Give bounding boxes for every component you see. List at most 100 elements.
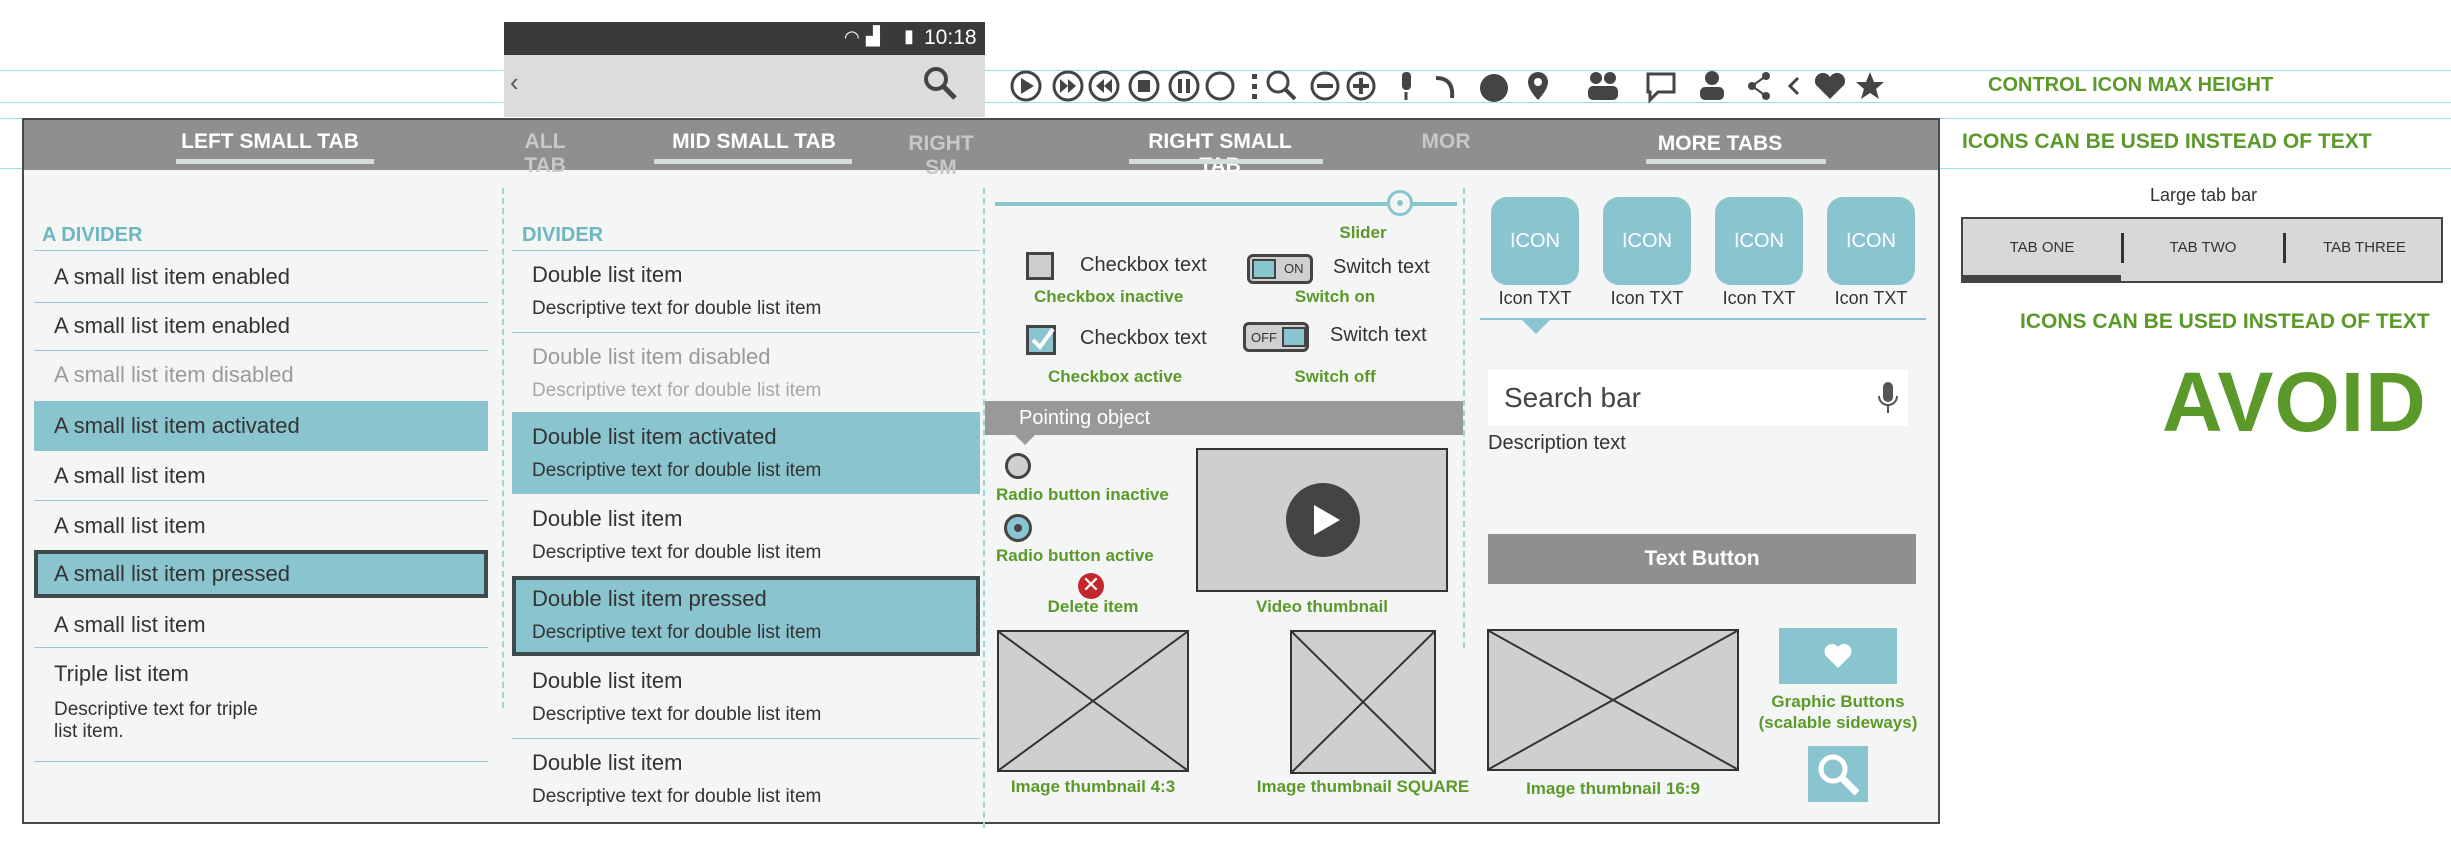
list-item-label: A small list item disabled [54, 362, 294, 387]
large-tab-one[interactable]: TAB ONE [1963, 239, 2121, 256]
radio-active[interactable] [1004, 514, 1032, 542]
large-tab-bar: TAB ONE TAB TWO TAB THREE [1961, 217, 2443, 283]
large-tab-two[interactable]: TAB TWO [2124, 239, 2282, 256]
delete-icon[interactable]: ✕ [1078, 573, 1104, 599]
double-list-item[interactable]: Double list item Descriptive text for do… [512, 252, 980, 332]
tab-left-small[interactable]: LEFT SMALL TAB [175, 130, 365, 154]
radio-inactive[interactable] [1005, 453, 1031, 479]
people-icon[interactable] [1588, 72, 1618, 100]
icon-tile[interactable]: ICON [1603, 197, 1691, 285]
slider[interactable] [995, 190, 1457, 216]
pause-icon[interactable] [1168, 70, 1200, 102]
note-icons-text: ICONS CAN BE USED INSTEAD OF TEXT [1962, 130, 2372, 153]
overflow-menu-icon[interactable] [1252, 74, 1257, 99]
image-thumbnail-square[interactable] [1290, 630, 1436, 774]
rewind-icon[interactable] [1088, 70, 1120, 102]
divider-line [512, 332, 980, 333]
slider-thumb[interactable] [1387, 190, 1414, 216]
double-list-item[interactable]: Double list item Descriptive text for do… [512, 496, 980, 576]
plus-icon[interactable] [1346, 71, 1376, 101]
graphic-button-heart[interactable] [1779, 628, 1897, 684]
heart-icon[interactable] [1814, 72, 1846, 99]
tab-right-small[interactable]: RIGHT SMALL TAB [1127, 130, 1313, 178]
list-item[interactable]: A small list item [34, 502, 488, 550]
checkbox-inactive-label: Checkbox inactive [1034, 287, 1184, 306]
icon-tile-label: Icon TXT [1498, 288, 1572, 308]
person-icon[interactable] [1700, 71, 1724, 100]
search-icon[interactable] [922, 65, 958, 101]
list-item-label: A small list item [54, 463, 206, 488]
tab-mid-small[interactable]: MID SMALL TAB [669, 130, 839, 154]
icon-tile[interactable]: ICON [1491, 197, 1579, 285]
switch-on[interactable]: ON [1247, 254, 1313, 284]
image-thumbnail-4-3[interactable] [997, 630, 1189, 772]
image-thumbnail-16-9[interactable] [1487, 629, 1739, 771]
double-list-item[interactable]: Double list item Descriptive text for do… [512, 658, 980, 738]
text-button[interactable]: Text Button [1488, 534, 1916, 584]
switch-off[interactable]: OFF [1243, 322, 1309, 352]
wifi-icon: ◠ [844, 27, 860, 47]
minus-icon[interactable] [1310, 71, 1340, 101]
double-item-title: Double list item activated [532, 424, 777, 449]
list-item[interactable]: A small list item enabled [34, 252, 488, 302]
double-list-item-activated[interactable]: Double list item activated Descriptive t… [512, 412, 980, 494]
back-chevron-icon[interactable]: ‹ [510, 67, 519, 98]
tab-more-short[interactable]: MOR [1416, 130, 1476, 154]
checkbox-text: Checkbox text [1080, 327, 1207, 349]
checkbox-text: Checkbox text [1080, 254, 1207, 276]
double-item-desc: Descriptive text for double list item [532, 622, 822, 643]
note-control-icon: CONTROL ICON MAX HEIGHT [1988, 74, 2274, 96]
list-item-pressed[interactable]: A small list item pressed [34, 550, 488, 598]
tab-more-tabs[interactable]: MORE TABS [1640, 132, 1800, 156]
graphic-button-search[interactable] [1808, 746, 1868, 802]
list-item-label: A small list item enabled [54, 264, 290, 289]
list-item[interactable]: A small list item [34, 601, 488, 649]
chat-bubble-icon[interactable] [1646, 72, 1676, 104]
text-button-label: Text Button [1644, 547, 1760, 570]
list-item-activated[interactable]: A small list item activated [34, 401, 488, 451]
star-icon[interactable] [1856, 72, 1884, 99]
double-list-item[interactable]: Double list item Descriptive text for do… [512, 740, 980, 820]
checkbox-inactive[interactable] [1026, 252, 1054, 280]
triple-list-item[interactable]: Triple list item Descriptive text for tr… [34, 649, 488, 759]
list-item-label: A small list item activated [54, 413, 300, 438]
triple-item-title: Triple list item [54, 661, 189, 686]
back-chevron-icon[interactable] [1787, 76, 1800, 96]
list-item[interactable]: A small list item enabled [34, 302, 488, 350]
double-list-item-disabled: Double list item disabled Descriptive te… [512, 334, 980, 412]
tab-right-sm[interactable]: RIGHT SM [891, 132, 991, 180]
column-divider [502, 188, 504, 708]
double-item-title: Double list item [532, 506, 683, 531]
status-bar: ◠ ▟ ▮ 10:18 [504, 22, 985, 55]
tab-all[interactable]: ALL TAB [505, 130, 585, 178]
video-thumbnail[interactable] [1196, 448, 1448, 592]
search-icon[interactable] [1266, 70, 1297, 101]
double-list-item-pressed[interactable]: Double list item pressed Descriptive tex… [512, 576, 980, 656]
icon-tile[interactable]: ICON [1827, 197, 1915, 285]
stop-icon[interactable] [1128, 70, 1160, 102]
switch-badge: ON [1284, 261, 1304, 276]
location-pin-icon[interactable] [1528, 72, 1548, 100]
share-icon[interactable] [1748, 72, 1770, 100]
toolbar-icon-row [1010, 70, 1884, 104]
search-bar[interactable]: Search bar [1488, 370, 1908, 426]
play-icon[interactable] [1010, 70, 1042, 102]
divider-line [34, 647, 488, 648]
large-tab-three[interactable]: TAB THREE [2286, 239, 2443, 256]
search-input[interactable]: Search bar [1504, 382, 1641, 414]
list-item[interactable]: A small list item [34, 452, 488, 500]
microphone-icon[interactable] [1402, 72, 1411, 100]
refresh-icon[interactable] [1205, 71, 1235, 101]
microphone-icon[interactable] [1878, 382, 1898, 414]
fast-forward-icon[interactable] [1052, 70, 1084, 102]
redo-icon[interactable] [1435, 76, 1455, 99]
double-item-title: Double list item [532, 262, 683, 287]
clock-icon[interactable] [1480, 74, 1508, 102]
image-thumbnail-label: Image thumbnail 16:9 [1526, 779, 1700, 798]
switch-off-label: Switch off [1294, 367, 1376, 386]
checkbox-active[interactable] [1026, 325, 1056, 355]
divider-line [34, 350, 488, 351]
battery-icon: ▮ [904, 26, 914, 46]
icon-tile-label: Icon TXT [1834, 288, 1908, 308]
icon-tile[interactable]: ICON [1715, 197, 1803, 285]
